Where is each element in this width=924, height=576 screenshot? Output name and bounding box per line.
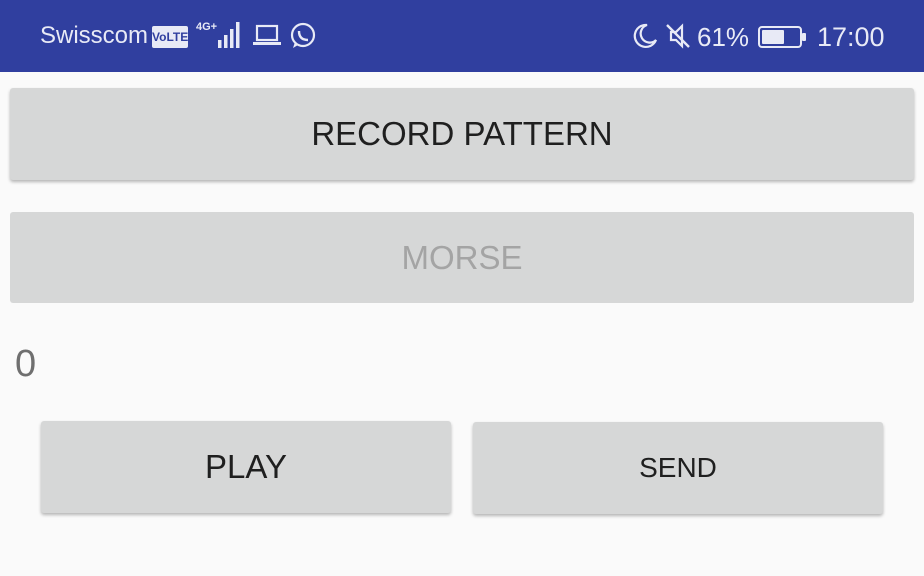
play-button[interactable]: PLAY [41,421,451,513]
carrier-name: Swisscom [40,22,149,49]
battery-icon [758,26,808,53]
laptop-icon [253,24,281,53]
muted-icon [664,22,692,55]
whatsapp-icon [289,22,317,55]
clock: 17:00 [817,22,885,52]
record-pattern-button[interactable]: RECORD PATTERN [10,88,914,180]
battery-percent: 61% [697,22,750,52]
send-button[interactable]: SEND [473,422,883,514]
volte-badge: VoLTE [152,26,188,48]
network-type: 4G+ [196,21,217,33]
status-bar: Swisscom VoLTE 4G+ 61% 17:00 [0,0,924,72]
moon-icon [630,22,658,55]
morse-button[interactable]: MORSE [10,212,914,303]
signal-icon: 4G+ [196,18,244,55]
counter-value: 0 [15,343,37,385]
